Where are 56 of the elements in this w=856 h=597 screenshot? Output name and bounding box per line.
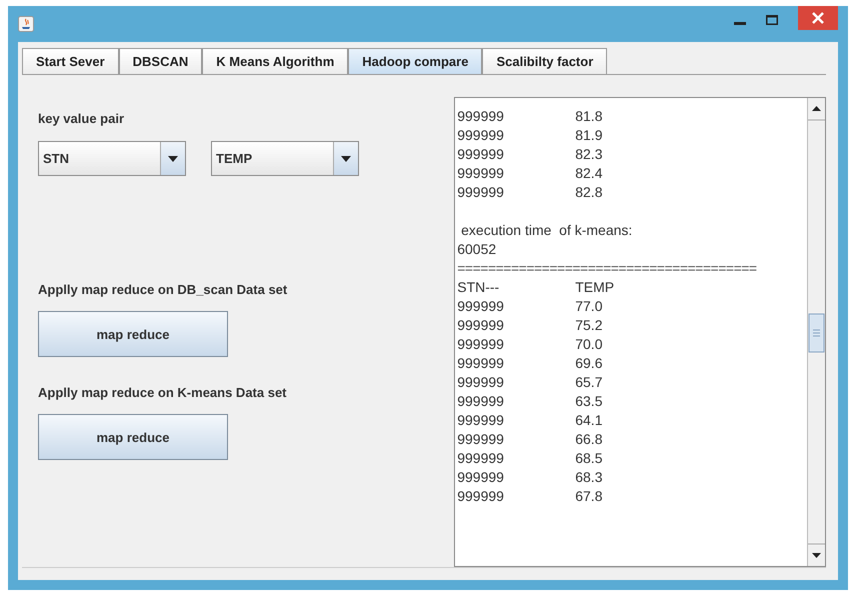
output-cell: 81.8: [575, 107, 602, 126]
map-reduce-button[interactable]: map reduce: [38, 311, 228, 357]
output-cell-text: 999999: [457, 335, 505, 354]
section-label: key value pair: [38, 111, 125, 126]
app-icon: [18, 16, 34, 32]
output-cell-text: 999999: [457, 373, 505, 392]
section-label: Applly map reduce on K-means Data set: [38, 385, 288, 400]
output-cell-text: 999999: [457, 487, 505, 506]
caret-icon: [168, 156, 178, 162]
output-cell: 66.8: [575, 430, 602, 449]
output-cell-text: STN---: [457, 278, 500, 297]
output-cell: 81.9: [575, 126, 602, 145]
scrollbar[interactable]: [807, 98, 825, 566]
output-cell-text: 999999: [457, 392, 505, 411]
output-cell-text: 999999: [457, 164, 505, 183]
output-cell-text: 999999: [457, 316, 505, 335]
output-cell-text: 999999: [457, 126, 505, 145]
output-cell: 70.0: [575, 335, 602, 354]
tab[interactable]: K Means Algorithm: [202, 48, 348, 74]
output-cell-text: 999999: [457, 354, 505, 373]
output-cell-text: 999999: [457, 411, 505, 430]
tab[interactable]: Hadoop compare: [348, 48, 482, 74]
separator-text: =======================================: [457, 259, 758, 278]
output-cell: 68.3: [575, 468, 602, 487]
output-cell: 65.7: [575, 373, 602, 392]
caret-icon: [341, 156, 351, 162]
output-cell-text: 999999: [457, 145, 505, 164]
close-button[interactable]: [798, 6, 838, 30]
tab[interactable]: Start Sever: [22, 48, 119, 74]
maximize-icon[interactable]: [766, 15, 778, 25]
output-text: execution time of k-means:: [460, 221, 634, 240]
output-cell: 82.4: [575, 164, 602, 183]
dropdown[interactable]: STN: [38, 141, 186, 176]
output-cell-text: 999999: [457, 430, 505, 449]
minimize-icon[interactable]: [734, 22, 746, 26]
map-reduce-button[interactable]: map reduce: [38, 414, 228, 460]
output-cell: 64.1: [575, 411, 602, 430]
output-cell: 63.5: [575, 392, 602, 411]
output-cell: 67.8: [575, 487, 602, 506]
tab[interactable]: DBSCAN: [118, 48, 202, 74]
output-cell: TEMP: [575, 278, 614, 297]
output-cell: 75.2: [575, 316, 602, 335]
output-cell: 77.0: [575, 297, 602, 316]
section-label: Applly map reduce on DB_scan Data set: [38, 282, 288, 297]
output-cell: 82.3: [575, 145, 602, 164]
output-cell-text: 999999: [457, 107, 505, 126]
output-cell-text: 999999: [457, 468, 505, 487]
output-cell-text: 999999: [457, 183, 505, 202]
output-cell-text: 999999: [457, 297, 505, 316]
output-cell: 68.5: [575, 449, 602, 468]
output-cell: 82.8: [575, 183, 602, 202]
tab[interactable]: Scalibilty factor: [482, 48, 608, 74]
dropdown[interactable]: TEMP: [211, 141, 359, 176]
output-text: 60052: [457, 240, 498, 259]
output-cell: 69.6: [575, 354, 602, 373]
output-cell-text: 999999: [457, 449, 505, 468]
